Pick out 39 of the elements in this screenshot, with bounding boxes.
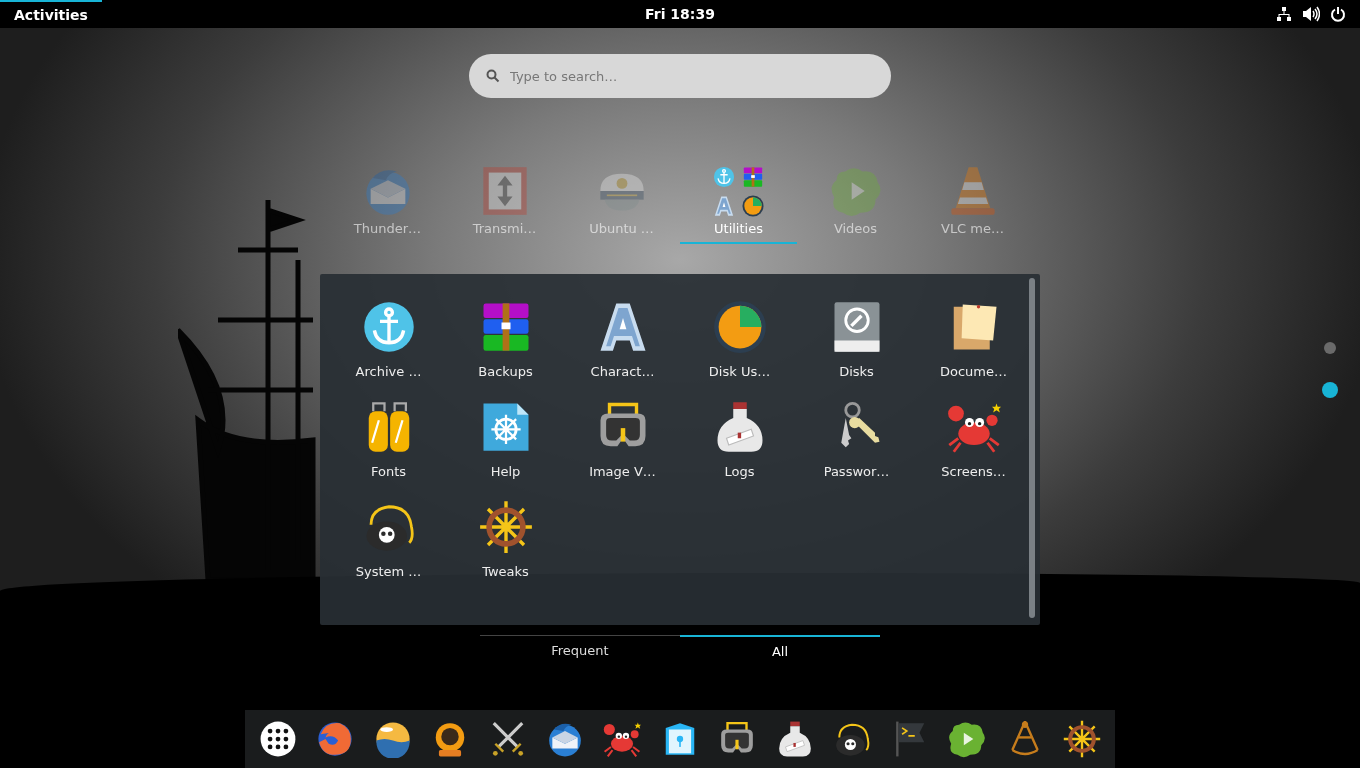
app-launcher[interactable]: Charact… bbox=[564, 298, 681, 381]
app-launcher[interactable]: Logs bbox=[681, 398, 798, 481]
app-grid-icon[interactable] bbox=[258, 720, 297, 758]
page-indicator[interactable] bbox=[1324, 342, 1336, 354]
power-icon[interactable] bbox=[1330, 6, 1346, 22]
app-launcher[interactable]: Archive … bbox=[330, 298, 447, 381]
play-blob-icon bbox=[829, 165, 882, 217]
pie-chart-icon bbox=[742, 195, 764, 217]
ship-wheel-icon bbox=[478, 500, 533, 554]
anchor-icon bbox=[361, 300, 416, 354]
crab-icon bbox=[946, 400, 1001, 454]
app-launcher[interactable]: Tweaks bbox=[447, 498, 564, 581]
crab-icon[interactable] bbox=[603, 720, 642, 758]
sunset-icon[interactable] bbox=[373, 720, 412, 758]
app-launcher[interactable]: Disk Us… bbox=[681, 298, 798, 381]
volume-icon[interactable] bbox=[1302, 6, 1320, 22]
view-tab[interactable]: Frequent bbox=[480, 635, 680, 665]
network-icon[interactable] bbox=[1276, 6, 1292, 22]
triangle-icon bbox=[713, 195, 735, 217]
search-field[interactable]: Type to search… bbox=[469, 54, 891, 98]
app-launcher[interactable]: Fonts bbox=[330, 398, 447, 481]
app-launcher[interactable]: System … bbox=[330, 498, 447, 581]
app-launcher[interactable]: Passwor… bbox=[798, 398, 915, 481]
app-launcher[interactable]: Disks bbox=[798, 298, 915, 381]
page-indicator[interactable] bbox=[1322, 382, 1338, 398]
stacked-blocks-icon bbox=[742, 166, 764, 188]
play-blob-icon[interactable] bbox=[948, 720, 987, 758]
view-tab[interactable]: All bbox=[680, 635, 880, 665]
app-launcher[interactable]: Image V… bbox=[564, 398, 681, 481]
scrollbar[interactable] bbox=[1029, 278, 1035, 618]
app-launcher[interactable]: Backups bbox=[447, 298, 564, 381]
ship-wheel-icon[interactable] bbox=[1063, 720, 1102, 758]
anchor-icon bbox=[713, 166, 735, 188]
fox-globe-icon[interactable] bbox=[316, 720, 355, 758]
app-launcher[interactable]: Help bbox=[447, 398, 564, 481]
search-icon bbox=[486, 69, 500, 83]
app-launcher[interactable]: Screens… bbox=[915, 398, 1032, 481]
pie-chart-icon bbox=[712, 300, 767, 354]
clock[interactable]: Fri 18:39 bbox=[645, 6, 715, 22]
